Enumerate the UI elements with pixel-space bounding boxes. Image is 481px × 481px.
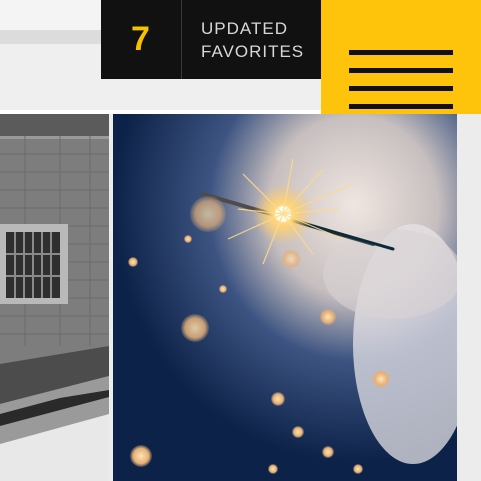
menu-line xyxy=(349,86,453,91)
hamburger-menu-icon xyxy=(349,50,453,55)
top-bar-stripe xyxy=(0,30,105,44)
gallery-photo-building[interactable] xyxy=(0,114,109,481)
favorites-count: 7 xyxy=(131,20,151,58)
gallery-gap xyxy=(457,114,481,481)
favorites-counter[interactable]: 7 UPDATED FAVORITES xyxy=(101,0,321,79)
menu-line xyxy=(349,104,453,109)
menu-line xyxy=(349,68,453,73)
favorites-label: UPDATED FAVORITES xyxy=(201,18,305,61)
gallery-photo-sparkler[interactable] xyxy=(113,114,457,481)
